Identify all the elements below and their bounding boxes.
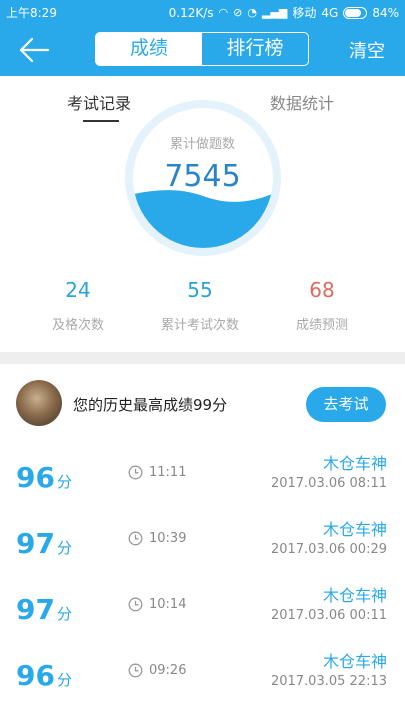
record-user-name: 木仓车神: [322, 520, 387, 539]
record-duration: 11:11: [149, 465, 187, 480]
total-questions-value: 7545: [164, 159, 241, 194]
record-row[interactable]: 96 分 09:26 木仓车神 2017.03.05 22:13: [0, 643, 405, 709]
score-unit: 分: [56, 473, 72, 491]
record-date: 2017.03.06 08:11: [270, 476, 387, 491]
exam-count-label: 累计考试次数: [160, 318, 239, 333]
record-user-name: 木仓车神: [322, 586, 387, 605]
record-duration: 09:26: [149, 663, 187, 678]
tab-ranking[interactable]: 排行榜: [202, 33, 308, 65]
tab-scores[interactable]: 成绩: [96, 33, 202, 65]
record-row[interactable]: 97 分 10:14 木仓车神 2017.03.06 00:11: [0, 577, 405, 643]
clock-icon: [128, 531, 143, 546]
carrier-label: 移动: [292, 6, 317, 20]
score-unit: 分: [56, 605, 72, 623]
status-time: 上午8:29: [6, 6, 57, 20]
signal-icon: ▂▄▆: [261, 5, 288, 19]
headset-icon: ◠: [218, 5, 229, 19]
battery-level: 84%: [372, 5, 399, 20]
record-score: 97: [16, 527, 55, 560]
network-type: 4G: [321, 5, 339, 20]
take-exam-button[interactable]: 去考试: [306, 387, 386, 422]
clear-button[interactable]: 清空: [349, 37, 385, 63]
app-screen: 上午8:29 0.12K/s ◠ ⊘ ◔ ▂▄▆ 移动 4G 84% 成绩 排行…: [0, 0, 405, 720]
total-questions-label: 累计做题数: [169, 137, 235, 152]
net-speed: 0.12K/s: [168, 5, 214, 20]
record-date: 2017.03.06 00:29: [270, 542, 387, 557]
back-arrow-icon[interactable]: [18, 36, 50, 64]
record-date: 2017.03.05 22:13: [270, 674, 387, 689]
record-score: 97: [16, 593, 55, 626]
score-unit: 分: [56, 539, 72, 557]
score-prediction-label: 成绩预测: [295, 318, 348, 333]
wifi-icon: ◔: [247, 5, 257, 19]
avatar[interactable]: [16, 380, 62, 426]
record-user-name: 木仓车神: [322, 454, 387, 473]
segmented-control: 成绩 排行榜: [95, 32, 309, 66]
battery-icon: [343, 6, 368, 19]
exam-count-value: 55: [187, 278, 213, 302]
clock-icon: [128, 663, 143, 678]
record-row[interactable]: 97 分 10:39 木仓车神 2017.03.06 00:29: [0, 511, 405, 577]
app-header: 成绩 排行榜 清空: [0, 24, 405, 76]
pass-count-label: 及格次数: [51, 318, 104, 333]
section-divider: [0, 352, 405, 364]
record-date: 2017.03.06 00:11: [270, 608, 387, 623]
mute-icon: ⊘: [233, 5, 243, 19]
record-user-name: 木仓车神: [322, 652, 387, 671]
record-duration: 10:39: [149, 531, 187, 546]
clock-icon: [128, 465, 143, 480]
record-duration: 10:14: [149, 597, 187, 612]
record-score: 96: [16, 461, 55, 494]
record-row[interactable]: 96 分 11:11 木仓车神 2017.03.06 08:11: [0, 445, 405, 511]
subtab-indicator: [83, 120, 119, 122]
pass-count-value: 24: [65, 278, 91, 302]
score-prediction-value: 68: [309, 278, 335, 302]
score-unit: 分: [56, 671, 72, 689]
status-bar: 上午8:29 0.12K/s ◠ ⊘ ◔ ▂▄▆ 移动 4G 84%: [0, 0, 405, 24]
best-score-text: 您的历史最高成绩99分: [73, 396, 228, 414]
record-score: 96: [16, 659, 55, 692]
clock-icon: [128, 597, 143, 612]
